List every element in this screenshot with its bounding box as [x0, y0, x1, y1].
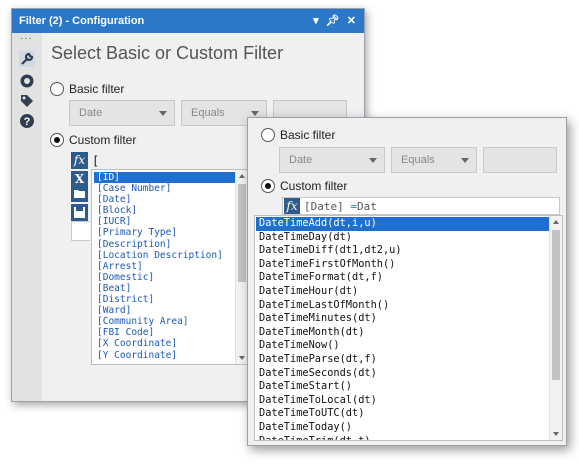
list-item[interactable]: DateTimeTrim(dt,t) [256, 435, 549, 441]
save-icon[interactable] [71, 204, 88, 221]
list-item[interactable]: [Y Coordinate] [94, 350, 235, 361]
custom-filter-label: Custom filter [69, 133, 137, 147]
basic-filter-radio[interactable] [261, 128, 275, 142]
list-item[interactable]: [Arrest] [94, 261, 235, 272]
field-dropdown[interactable]: Date [279, 147, 385, 173]
window-title: Filter (2) - Configuration [19, 15, 145, 27]
field-autocomplete-list[interactable]: [ID] [Case Number] [Date] [Block] [IUCR] [Pri… [91, 169, 249, 365]
fx-function-icon[interactable]: fx [71, 152, 88, 169]
field-dropdown[interactable]: Date [69, 100, 175, 126]
list-item[interactable]: DateTimeFirstOfMonth() [256, 258, 549, 272]
expression-field: [Date] [304, 200, 344, 213]
function-list-scrollbar[interactable] [549, 216, 562, 440]
list-item[interactable]: [Location Description] [94, 250, 235, 261]
list-item[interactable]: DateTimeStart() [256, 380, 549, 394]
window-titlebar: Filter (2) - Configuration ▾ 📌︎ ✕ [12, 9, 364, 33]
list-item[interactable]: DateTimeMinutes(dt) [256, 312, 549, 326]
svg-text:?: ? [24, 116, 31, 128]
list-item[interactable]: [Primary Type] [94, 227, 235, 238]
basic-filter-label: Basic filter [280, 128, 336, 142]
close-icon[interactable]: ✕ [347, 15, 356, 27]
scroll-up-icon[interactable] [553, 220, 559, 224]
basic-filter-label: Basic filter [69, 82, 125, 96]
list-item[interactable]: [Block] [94, 205, 235, 216]
expression-editor-text[interactable]: [ [92, 154, 99, 168]
operator-dropdown-value: Equals [401, 154, 435, 166]
field-dropdown-value: Date [79, 107, 103, 119]
scroll-thumb[interactable] [552, 230, 560, 380]
basic-filter-radio[interactable] [50, 82, 64, 96]
tag-icon[interactable] [19, 93, 35, 109]
operator-dropdown[interactable]: Equals [391, 147, 477, 173]
expression-editor[interactable]: fx [Date] =Dat [282, 197, 560, 215]
pin-icon[interactable]: 📌︎ [326, 15, 340, 27]
scroll-down-icon[interactable] [553, 432, 559, 436]
list-item[interactable]: DateTimeNow() [256, 339, 549, 353]
function-autocomplete-list[interactable]: DateTimeAdd(dt,i,u) DateTimeDay(dt) DateTi… [254, 215, 563, 441]
scroll-up-icon[interactable] [239, 174, 245, 178]
scroll-down-icon[interactable] [239, 356, 245, 360]
value-input[interactable] [483, 147, 557, 173]
field-list-items: [ID] [Case Number] [Date] [Block] [IUCR] [Pri… [94, 172, 235, 361]
compass-icon[interactable] [19, 73, 35, 89]
list-item[interactable]: DateTimeSeconds(dt) [256, 367, 549, 381]
list-item[interactable]: [IUCR] [94, 216, 235, 227]
scroll-thumb[interactable] [238, 184, 246, 282]
list-item[interactable]: [Community Area] [94, 316, 235, 327]
list-item[interactable]: [X Coordinate] [94, 338, 235, 349]
field-dropdown-value: Date [289, 154, 313, 166]
list-item[interactable]: [Domestic] [94, 272, 235, 283]
open-folder-icon[interactable] [71, 185, 88, 202]
more-dots-icon[interactable]: ··· [20, 33, 33, 44]
custom-filter-radio[interactable] [50, 133, 64, 147]
list-item[interactable]: DateTimeHour(dt) [256, 285, 549, 299]
list-item[interactable]: DateTimeToUTC(dt) [256, 407, 549, 421]
list-item[interactable]: [Date] [94, 194, 235, 205]
chevron-down-icon [159, 111, 167, 116]
list-item[interactable]: DateTimeDay(dt) [256, 231, 549, 245]
custom-filter-label: Custom filter [280, 179, 348, 193]
list-item[interactable]: [District] [94, 294, 235, 305]
list-item[interactable]: [ID] [94, 172, 235, 184]
list-item[interactable]: DateTimeToLocal(dt) [256, 394, 549, 408]
list-item[interactable]: [Beat] [94, 283, 235, 294]
dropdown-arrow-icon[interactable]: ▾ [313, 15, 319, 27]
expression-typed: Dat [357, 200, 377, 213]
operator-dropdown-value: Equals [191, 107, 225, 119]
chevron-down-icon [369, 158, 377, 163]
list-item[interactable]: DateTimeToday() [256, 421, 549, 435]
custom-filter-popup: Basic filter Date Equals Custom filter f… [247, 117, 567, 446]
function-list-items: DateTimeAdd(dt,i,u) DateTimeDay(dt) DateTi… [256, 217, 549, 441]
wrench-icon[interactable] [19, 51, 35, 67]
expression-text: [Date] =Dat [304, 200, 377, 213]
chevron-down-icon [251, 111, 259, 116]
list-item[interactable]: [Ward] [94, 305, 235, 316]
list-item[interactable]: [FBI Code] [94, 327, 235, 338]
chevron-down-icon [461, 158, 469, 163]
tool-strip: ··· ? [12, 33, 42, 401]
help-icon[interactable]: ? [19, 113, 35, 129]
expression-editor-edge [71, 221, 90, 241]
list-item[interactable]: [Case Number] [94, 183, 235, 194]
titlebar-controls: ▾ 📌︎ ✕ [309, 9, 356, 33]
custom-filter-radio[interactable] [261, 179, 275, 193]
page-heading: Select Basic or Custom Filter [51, 43, 284, 63]
list-item[interactable]: DateTimeMonth(dt) [256, 326, 549, 340]
expression-operator: = [350, 200, 357, 213]
fx-function-icon[interactable]: fx [284, 198, 300, 214]
list-item[interactable]: DateTimeFormat(dt,f) [256, 271, 549, 285]
list-item[interactable]: DateTimeLastOfMonth() [256, 299, 549, 313]
list-item[interactable]: [Description] [94, 239, 235, 250]
list-item[interactable]: DateTimeParse(dt,f) [256, 353, 549, 367]
list-item[interactable]: DateTimeAdd(dt,i,u) [256, 217, 549, 231]
list-item[interactable]: DateTimeDiff(dt1,dt2,u) [256, 244, 549, 258]
